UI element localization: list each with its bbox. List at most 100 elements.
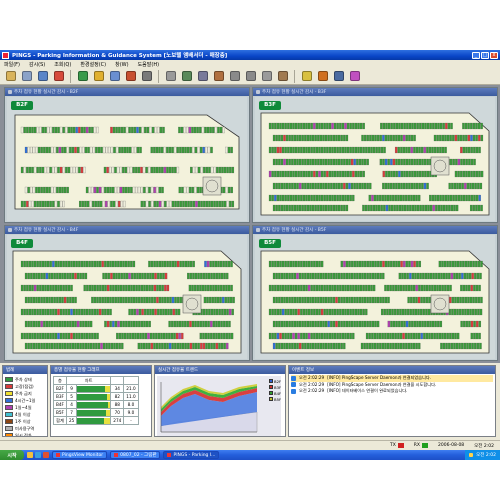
legend-item: 4일 이상: [5, 411, 45, 418]
floor-panel-b4f[interactable]: 주차 점유 현황 실시간 감시 - B4F B4F: [4, 225, 250, 361]
menu-window[interactable]: 창(W): [115, 61, 128, 68]
quick-launch-icon[interactable]: [27, 452, 33, 458]
parking-row: [110, 126, 165, 134]
light-button[interactable]: [300, 70, 313, 83]
tag-icon: [277, 71, 288, 81]
alarm-button[interactable]: [52, 70, 65, 83]
monitor-icon: [37, 71, 48, 81]
floor-map[interactable]: B2F: [7, 97, 247, 221]
search-button[interactable]: [108, 70, 121, 83]
menu-monitor[interactable]: 감시(S): [29, 61, 45, 68]
trend-panel: 실시간 점유율 트렌드 B2F B3F B4F B5F: [154, 365, 286, 437]
left-arrow-icon: [229, 71, 240, 81]
maximize-button[interactable]: □: [481, 51, 489, 59]
parking-row: [272, 134, 349, 142]
taskbar-button[interactable]: 0807_02 - 그림판: [110, 451, 161, 459]
parking-row: [382, 170, 437, 178]
title-bar[interactable]: PINGS - Parking Information & Guidance S…: [0, 50, 500, 60]
quick-launch: [27, 452, 49, 458]
report-button[interactable]: [76, 70, 89, 83]
event-row[interactable]: 오전 2:02:29 [INFO] 데이터베이스 연결이 완료되었습니다.: [291, 388, 493, 395]
minimize-button[interactable]: _: [472, 51, 480, 59]
search-icon: [109, 71, 120, 81]
report-icon: [77, 71, 88, 81]
floor-label: B3F: [259, 101, 281, 110]
app-icon: [167, 453, 172, 457]
home-button[interactable]: [260, 70, 273, 83]
parking-row: [268, 122, 365, 130]
save-button[interactable]: [20, 70, 33, 83]
table-row[interactable]: B2F 9 34 21.0: [53, 384, 139, 393]
legend-title: 범례: [3, 366, 47, 374]
table-row[interactable]: B5F 7 70 9.0: [53, 408, 139, 417]
series-swatch-icon: [269, 379, 273, 383]
quick-launch-icon[interactable]: [35, 452, 41, 458]
occupancy-table: 층 차트 B2F 9 34 21.0 B3F 5 82 11.0 B4F 4 88 8.0 B5F 7 70 9.…: [53, 376, 139, 425]
edit-button[interactable]: [92, 70, 105, 83]
sign-button[interactable]: [124, 70, 137, 83]
help-button[interactable]: [348, 70, 361, 83]
tx-indicator-icon: [397, 443, 404, 448]
start-button[interactable]: 시작: [0, 450, 24, 460]
monitor-button[interactable]: [36, 70, 49, 83]
count-cell: 7: [65, 408, 78, 417]
floor-panel-b5f[interactable]: 주차 점유 현황 실시간 감시 - B5F B5F: [252, 225, 498, 361]
tag-button[interactable]: [276, 70, 289, 83]
sign-icon: [125, 71, 136, 81]
event-list[interactable]: 오전 2:02:29 [INFO] PingScape Server Daemon…: [289, 374, 495, 396]
open-icon: [5, 71, 16, 81]
right-arrow-icon: [245, 71, 256, 81]
series-name: B3F: [274, 384, 282, 390]
legend-item: 주차 금지: [5, 390, 45, 397]
series-name: B2F: [274, 378, 282, 384]
menu-help[interactable]: 도움말(H): [138, 61, 159, 68]
legend-item: 고장(점검): [5, 383, 45, 390]
open-button[interactable]: [4, 70, 17, 83]
legend-swatch-icon: [5, 426, 13, 431]
legend-label: 4일 이상: [15, 411, 31, 417]
app-icon: [114, 453, 119, 457]
floor-panel-b2f[interactable]: 주차 점유 현황 실시간 감시 - B2F B2F: [4, 87, 250, 223]
occupancy-bar: [76, 392, 112, 401]
series-swatch-icon: [269, 385, 273, 389]
taskbar-area: 시작 PingsView Monitor 0807_02 - 그림판 PINGS -…: [0, 450, 500, 500]
gate-button[interactable]: [212, 70, 225, 83]
camera-icon: [197, 71, 208, 81]
close-button[interactable]: x: [490, 51, 498, 59]
floor-map[interactable]: B4F: [7, 235, 247, 359]
camera-button[interactable]: [196, 70, 209, 83]
car-button[interactable]: [140, 70, 153, 83]
building-button[interactable]: [180, 70, 193, 83]
legend-label: 주차 금지: [15, 390, 32, 396]
bottom-area: 범례 주차 상태 고장(점검) 주차 금지 4시간~1일 1일~4일 4일 이상 1주 이상…: [0, 363, 500, 440]
legend-item: 일시 정차: [5, 432, 45, 436]
taskbar: 시작 PingsView Monitor 0807_02 - 그림판 PINGS -…: [0, 450, 500, 460]
taskbar-button[interactable]: PINGS - Parking I...: [163, 451, 220, 459]
menu-settings[interactable]: 환경설정(C): [80, 61, 106, 68]
floor-map[interactable]: B5F: [255, 235, 495, 359]
parking-row: [268, 284, 376, 292]
car-grey-button[interactable]: [164, 70, 177, 83]
tray-icon[interactable]: [469, 453, 474, 457]
menu-file[interactable]: 파일(F): [4, 61, 20, 68]
count-cell: 9: [65, 384, 78, 393]
parking-row: [340, 260, 422, 268]
ramp: [182, 294, 202, 314]
parking-row: [91, 296, 193, 304]
table-row[interactable]: B3F 5 82 11.0: [53, 392, 139, 401]
menu-query[interactable]: 조회(Q): [54, 61, 71, 68]
left-arrow-button[interactable]: [228, 70, 241, 83]
display-button[interactable]: [332, 70, 345, 83]
table-row[interactable]: 합계 25 274-: [53, 416, 139, 425]
legend-item: 미사용구역: [5, 425, 45, 432]
parking-row: [268, 170, 365, 178]
floor-panel-b3f[interactable]: 주차 점유 현황 실시간 감시 - B3F B3F: [252, 87, 498, 223]
lock-button[interactable]: [316, 70, 329, 83]
right-arrow-button[interactable]: [244, 70, 257, 83]
parking-row: [137, 342, 229, 350]
legend-swatch-icon: [5, 433, 13, 436]
taskbar-button[interactable]: PingsView Monitor: [52, 451, 108, 459]
table-row[interactable]: B4F 4 88 8.0: [53, 400, 139, 409]
series-swatch-icon: [269, 397, 273, 401]
floor-map[interactable]: B3F: [255, 97, 495, 221]
